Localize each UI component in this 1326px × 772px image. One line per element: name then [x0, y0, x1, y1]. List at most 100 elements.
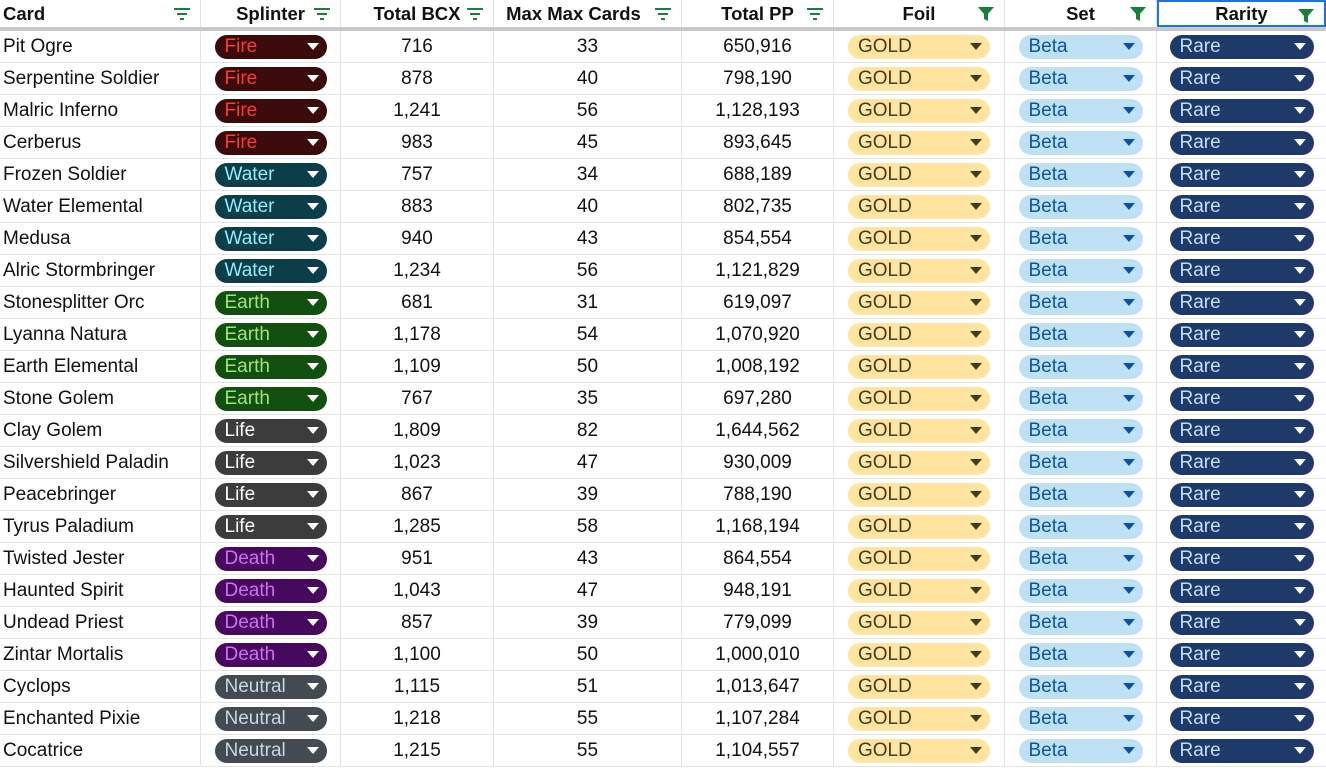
splinter-dropdown[interactable]: Death [214, 546, 327, 571]
set-dropdown[interactable]: Beta [1018, 98, 1143, 123]
splinter-cell[interactable]: Life [201, 511, 341, 542]
rarity-cell[interactable]: Rare [1157, 31, 1326, 62]
pp-cell[interactable]: 1,128,193 [682, 95, 834, 126]
splinter-dropdown[interactable]: Life [214, 482, 327, 507]
rarity-cell[interactable]: Rare [1157, 735, 1326, 766]
set-cell[interactable]: Beta [1005, 95, 1157, 126]
set-dropdown[interactable]: Beta [1018, 674, 1143, 699]
pp-cell[interactable]: 1,008,192 [682, 351, 834, 382]
card-cell[interactable]: Zintar Mortalis [0, 639, 201, 670]
set-dropdown[interactable]: Beta [1018, 546, 1143, 571]
rarity-dropdown[interactable]: Rare [1169, 738, 1314, 763]
set-dropdown[interactable]: Beta [1018, 418, 1143, 443]
filter-lines-icon[interactable] [465, 6, 485, 22]
set-dropdown[interactable]: Beta [1018, 258, 1143, 283]
foil-cell[interactable]: GOLD [834, 95, 1005, 126]
bcx-cell[interactable]: 1,215 [341, 735, 494, 766]
rarity-dropdown[interactable]: Rare [1169, 514, 1314, 539]
rarity-dropdown[interactable]: Rare [1169, 706, 1314, 731]
max-cell[interactable]: 34 [494, 159, 682, 190]
foil-dropdown[interactable]: GOLD [848, 706, 990, 731]
set-cell[interactable]: Beta [1005, 671, 1157, 702]
card-cell[interactable]: Undead Priest [0, 607, 201, 638]
splinter-cell[interactable]: Life [201, 415, 341, 446]
rarity-dropdown[interactable]: Rare [1169, 98, 1314, 123]
rarity-cell[interactable]: Rare [1157, 415, 1326, 446]
foil-cell[interactable]: GOLD [834, 447, 1005, 478]
set-dropdown[interactable]: Beta [1018, 290, 1143, 315]
foil-dropdown[interactable]: GOLD [848, 386, 990, 411]
set-dropdown[interactable]: Beta [1018, 642, 1143, 667]
splinter-cell[interactable]: Earth [201, 287, 341, 318]
card-cell[interactable]: Frozen Soldier [0, 159, 201, 190]
foil-dropdown[interactable]: GOLD [848, 674, 990, 699]
rarity-dropdown[interactable]: Rare [1169, 610, 1314, 635]
set-cell[interactable]: Beta [1005, 31, 1157, 62]
bcx-cell[interactable]: 1,100 [341, 639, 494, 670]
foil-dropdown[interactable]: GOLD [848, 418, 990, 443]
bcx-cell[interactable]: 940 [341, 223, 494, 254]
rarity-dropdown[interactable]: Rare [1169, 194, 1314, 219]
max-cell[interactable]: 40 [494, 191, 682, 222]
splinter-cell[interactable]: Death [201, 639, 341, 670]
set-dropdown[interactable]: Beta [1018, 226, 1143, 251]
rarity-dropdown[interactable]: Rare [1169, 642, 1314, 667]
pp-cell[interactable]: 650,916 [682, 31, 834, 62]
header-max-max-cards[interactable]: Max Max Cards [494, 0, 682, 27]
set-dropdown[interactable]: Beta [1018, 450, 1143, 475]
splinter-cell[interactable]: Death [201, 543, 341, 574]
max-cell[interactable]: 54 [494, 319, 682, 350]
header-total-bcx[interactable]: Total BCX [341, 0, 494, 27]
header-total-pp[interactable]: Total PP [682, 0, 834, 27]
rarity-cell[interactable]: Rare [1157, 95, 1326, 126]
rarity-cell[interactable]: Rare [1157, 159, 1326, 190]
max-cell[interactable]: 82 [494, 415, 682, 446]
max-cell[interactable]: 40 [494, 63, 682, 94]
set-dropdown[interactable]: Beta [1018, 514, 1143, 539]
splinter-cell[interactable]: Earth [201, 383, 341, 414]
foil-cell[interactable]: GOLD [834, 255, 1005, 286]
splinter-cell[interactable]: Fire [201, 95, 341, 126]
rarity-dropdown[interactable]: Rare [1169, 386, 1314, 411]
rarity-dropdown[interactable]: Rare [1169, 322, 1314, 347]
set-cell[interactable]: Beta [1005, 319, 1157, 350]
splinter-cell[interactable]: Life [201, 447, 341, 478]
pp-cell[interactable]: 619,097 [682, 287, 834, 318]
max-cell[interactable]: 50 [494, 351, 682, 382]
splinter-dropdown[interactable]: Fire [214, 98, 327, 123]
max-cell[interactable]: 50 [494, 639, 682, 670]
bcx-cell[interactable]: 883 [341, 191, 494, 222]
foil-cell[interactable]: GOLD [834, 351, 1005, 382]
rarity-cell[interactable]: Rare [1157, 543, 1326, 574]
foil-cell[interactable]: GOLD [834, 383, 1005, 414]
rarity-cell[interactable]: Rare [1157, 639, 1326, 670]
pp-cell[interactable]: 854,554 [682, 223, 834, 254]
set-cell[interactable]: Beta [1005, 351, 1157, 382]
foil-cell[interactable]: GOLD [834, 223, 1005, 254]
bcx-cell[interactable]: 1,109 [341, 351, 494, 382]
splinter-dropdown[interactable]: Fire [214, 34, 327, 59]
splinter-cell[interactable]: Neutral [201, 735, 341, 766]
foil-cell[interactable]: GOLD [834, 607, 1005, 638]
pp-cell[interactable]: 788,190 [682, 479, 834, 510]
rarity-dropdown[interactable]: Rare [1169, 482, 1314, 507]
splinter-cell[interactable]: Water [201, 223, 341, 254]
splinter-cell[interactable]: Neutral [201, 671, 341, 702]
rarity-cell[interactable]: Rare [1157, 703, 1326, 734]
pp-cell[interactable]: 864,554 [682, 543, 834, 574]
card-cell[interactable]: Tyrus Paladium [0, 511, 201, 542]
bcx-cell[interactable]: 951 [341, 543, 494, 574]
card-cell[interactable]: Water Elemental [0, 191, 201, 222]
foil-dropdown[interactable]: GOLD [848, 354, 990, 379]
foil-dropdown[interactable]: GOLD [848, 546, 990, 571]
splinter-dropdown[interactable]: Life [214, 418, 327, 443]
bcx-cell[interactable]: 867 [341, 479, 494, 510]
bcx-cell[interactable]: 1,043 [341, 575, 494, 606]
pp-cell[interactable]: 1,000,010 [682, 639, 834, 670]
set-dropdown[interactable]: Beta [1018, 738, 1143, 763]
rarity-cell[interactable]: Rare [1157, 255, 1326, 286]
max-cell[interactable]: 56 [494, 95, 682, 126]
bcx-cell[interactable]: 1,218 [341, 703, 494, 734]
card-cell[interactable]: Pit Ogre [0, 31, 201, 62]
bcx-cell[interactable]: 857 [341, 607, 494, 638]
